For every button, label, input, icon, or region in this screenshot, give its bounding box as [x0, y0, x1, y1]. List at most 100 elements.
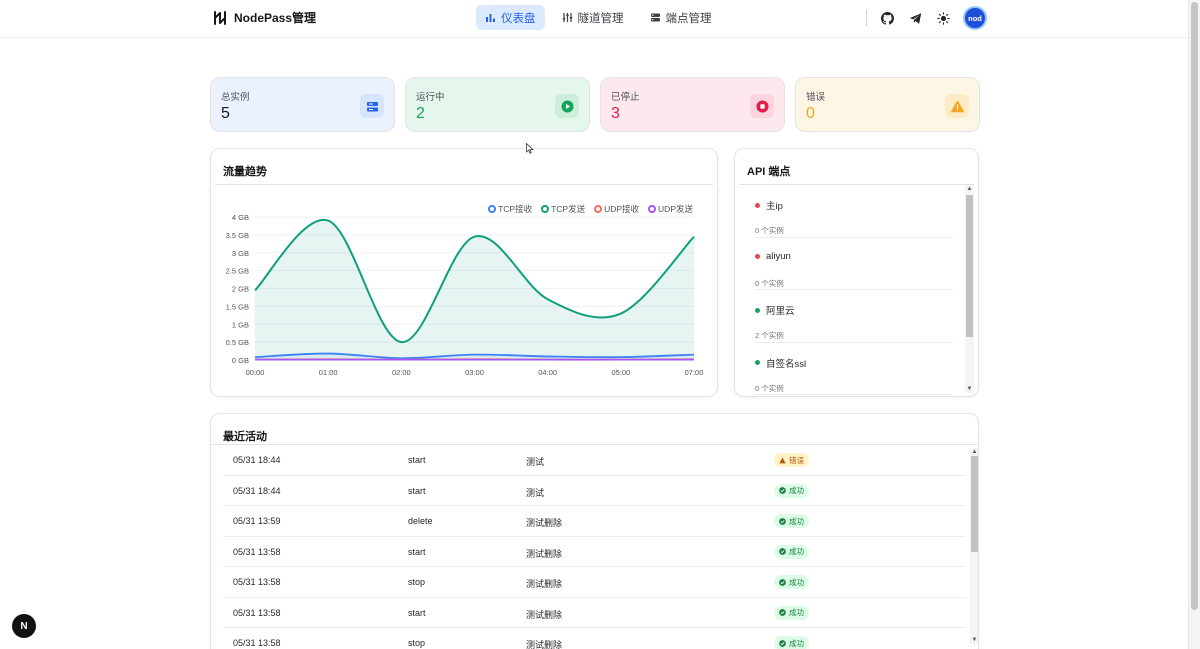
- activity-scrollbar[interactable]: ▲ ▼: [970, 448, 978, 644]
- status-dot: [755, 360, 760, 366]
- warning-icon: [779, 456, 786, 463]
- theme-toggle-icon[interactable]: [935, 10, 951, 26]
- api-endpoints-card: API 端点 主ip 0 个实例 aliyun 0 个实例 阿里云 2 个实例 …: [734, 148, 979, 397]
- nav-endpoints[interactable]: 端点管理: [641, 5, 721, 30]
- x-tick-label: 07:00: [685, 368, 704, 377]
- stat-value: 3: [611, 105, 620, 122]
- nav-tunnels[interactable]: 隧道管理: [553, 5, 633, 30]
- status-text: 成功: [789, 516, 804, 526]
- endpoint-name: 主ip: [766, 201, 783, 212]
- nav-endpoints-label: 端点管理: [665, 12, 712, 25]
- status-dot: [755, 253, 760, 259]
- status-text: 成功: [789, 608, 804, 617]
- endpoint-item[interactable]: 阿里云 2 个实例: [755, 290, 953, 343]
- stat-card-stopped: 已停止 3: [600, 77, 785, 132]
- user-avatar[interactable]: nod: [963, 6, 987, 30]
- x-tick-label: 01:00: [319, 368, 338, 377]
- x-tick-label: 05:00: [611, 368, 630, 377]
- stat-value: 5: [221, 105, 230, 122]
- table-row[interactable]: 05/31 18:44 start 测试 成功: [223, 476, 965, 506]
- nextjs-dev-button[interactable]: N: [12, 614, 36, 638]
- activity-action: stop: [408, 577, 426, 587]
- page-scrollbar[interactable]: [1188, 0, 1200, 649]
- activity-instance: 测试: [526, 457, 545, 467]
- warning-icon: [945, 94, 969, 118]
- recent-activity-card: 最近活动 05/31 18:44 start 测试 错误 05/31 18:44…: [210, 413, 979, 649]
- y-tick-label: 3.5 GB: [226, 231, 249, 240]
- status-text: 错误: [789, 455, 804, 465]
- main-nav: 仪表盘 隧道管理 端点管理: [476, 5, 721, 30]
- table-row[interactable]: 05/31 18:44 start 测试 错误: [223, 445, 965, 476]
- y-tick-label: 0.5 GB: [226, 338, 249, 347]
- activity-instance: 测试删除: [526, 609, 563, 620]
- endpoint-name: 自签名ssl: [766, 358, 807, 370]
- activity-time: 05/31 13:59: [233, 516, 281, 526]
- status-text: 成功: [789, 638, 804, 648]
- activity-title: 最近活动: [223, 431, 267, 443]
- table-row[interactable]: 05/31 13:58 start 测试删除 成功: [223, 537, 965, 567]
- activity-action: start: [408, 607, 426, 618]
- brand[interactable]: NodePass管理: [212, 9, 316, 26]
- endpoint-scrollbar[interactable]: ▲ ▼: [965, 185, 974, 393]
- activity-action: start: [408, 455, 426, 465]
- endpoint-list: 主ip 0 个实例 aliyun 0 个实例 阿里云 2 个实例 自签名ssl …: [735, 185, 967, 396]
- stat-card-running: 运行中 2: [405, 77, 590, 132]
- scroll-down-icon[interactable]: ▼: [966, 385, 973, 393]
- endpoint-instance-count: 0 个实例: [755, 278, 784, 288]
- check-circle-icon: [779, 639, 786, 647]
- nav-tunnels-label: 隧道管理: [577, 12, 624, 25]
- status-dot: [755, 307, 760, 313]
- endpoint-item[interactable]: aliyun 0 个实例: [755, 238, 953, 291]
- stat-value: 0: [806, 105, 815, 122]
- x-tick-label: 03:00: [465, 368, 484, 377]
- scrollbar-thumb[interactable]: [971, 456, 978, 552]
- y-tick-label: 1.5 GB: [226, 302, 249, 311]
- stat-label: 总实例: [221, 92, 250, 103]
- scroll-down-icon[interactable]: ▼: [971, 636, 978, 644]
- y-tick-label: 2.5 GB: [226, 267, 249, 276]
- status-text: 成功: [789, 486, 804, 495]
- scroll-up-icon[interactable]: ▲: [971, 448, 978, 456]
- table-row[interactable]: 05/31 13:58 stop 测试删除 成功: [223, 567, 965, 598]
- status-badge: 成功: [774, 514, 809, 528]
- table-row[interactable]: 05/31 13:58 start 测试删除 成功: [223, 598, 965, 628]
- activity-action: start: [408, 485, 426, 496]
- scroll-up-icon[interactable]: ▲: [966, 185, 973, 193]
- nodepass-logo-icon: [214, 10, 226, 25]
- activity-action: delete: [408, 516, 433, 526]
- server-icon: [650, 13, 660, 22]
- chart-icon: [486, 14, 495, 22]
- x-tick-label: 00:00: [246, 368, 265, 377]
- check-circle-icon: [779, 548, 786, 555]
- nav-dashboard[interactable]: 仪表盘: [476, 5, 545, 30]
- scrollbar-thumb[interactable]: [966, 195, 973, 337]
- y-tick-label: 0 GB: [232, 356, 249, 365]
- check-circle-icon: [779, 578, 786, 586]
- y-tick-label: 4 GB: [232, 213, 249, 222]
- activity-time: 05/31 18:44: [233, 455, 281, 465]
- stat-card-total: 总实例 5: [210, 77, 395, 132]
- series-area: [255, 219, 694, 360]
- brand-title: NodePass管理: [234, 11, 317, 25]
- x-tick-label: 04:00: [538, 368, 557, 377]
- telegram-icon[interactable]: [907, 10, 923, 26]
- y-tick-label: 3 GB: [232, 249, 249, 258]
- stat-label: 错误: [806, 92, 826, 103]
- traffic-chart: 0 GB 0.5 GB 1 GB 1.5 GB 2 GB 2.5 GB 3 GB 3.5 GB…: [226, 213, 704, 377]
- activity-table: 05/31 18:44 start 测试 错误 05/31 18:44 star…: [223, 445, 965, 649]
- activity-time: 05/31 13:58: [233, 638, 281, 648]
- top-navbar: NodePass管理 仪表盘 隧道管理 端点管理 nod: [0, 0, 1188, 38]
- activity-instance: 测试删除: [526, 548, 563, 559]
- endpoint-instance-count: 0 个实例: [755, 226, 784, 235]
- stat-label: 运行中: [416, 92, 445, 103]
- endpoint-name: 阿里云: [766, 306, 795, 318]
- table-row[interactable]: 05/31 13:58 stop 测试删除 成功: [223, 628, 965, 649]
- endpoint-instance-count: 0 个实例: [755, 383, 784, 393]
- page-scrollbar-thumb[interactable]: [1191, 2, 1198, 610]
- stat-label: 已停止: [611, 92, 640, 103]
- activity-instance: 测试删除: [526, 518, 563, 528]
- table-row[interactable]: 05/31 13:59 delete 测试删除 成功: [223, 506, 965, 537]
- endpoint-item[interactable]: 自签名ssl 0 个实例: [755, 343, 953, 396]
- endpoint-item[interactable]: 主ip 0 个实例: [755, 185, 953, 238]
- github-icon[interactable]: [879, 10, 895, 26]
